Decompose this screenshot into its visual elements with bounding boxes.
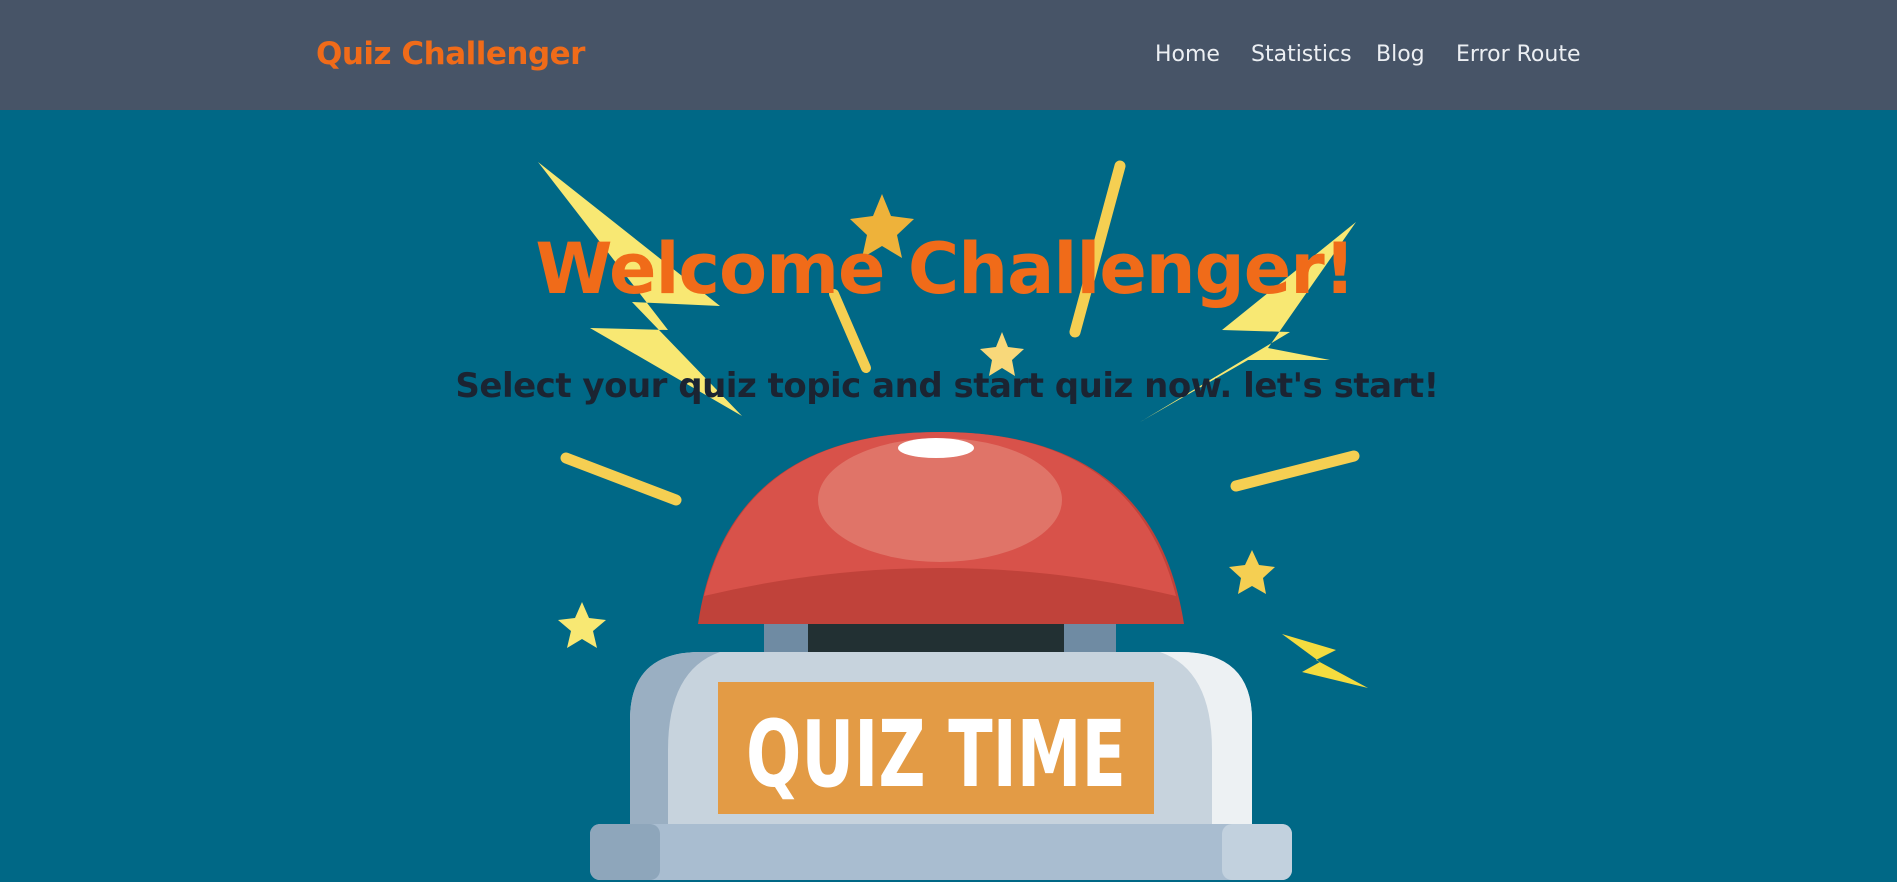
star-right-icon xyxy=(1229,550,1275,594)
nav-link-statistics[interactable]: Statistics xyxy=(1251,42,1352,67)
hero-section: QUIZ TIME Welcome Challenger! Select you… xyxy=(0,110,1897,882)
top-navbar: Quiz Challenger Home Statistics Blog Err… xyxy=(0,0,1897,110)
ray-right-icon xyxy=(1230,450,1360,492)
hero-subtitle: Select your quiz topic and start quiz no… xyxy=(455,366,1439,406)
buzzer-icon: QUIZ TIME xyxy=(590,432,1292,880)
nav-link-blog[interactable]: Blog xyxy=(1376,42,1425,67)
nav-link-home[interactable]: Home xyxy=(1155,42,1220,67)
star-left-icon xyxy=(558,602,606,648)
nav-links: Home Statistics Blog Error Route xyxy=(0,42,1897,72)
quiz-time-buzzer-illustration: QUIZ TIME xyxy=(538,160,1368,880)
lightning-bolt-small-icon xyxy=(1282,634,1368,688)
nav-link-error-route[interactable]: Error Route xyxy=(1456,42,1580,67)
hero-title: Welcome Challenger! xyxy=(535,228,1355,310)
ray-left-icon xyxy=(560,452,682,506)
quiz-time-label: QUIZ TIME xyxy=(746,701,1126,808)
